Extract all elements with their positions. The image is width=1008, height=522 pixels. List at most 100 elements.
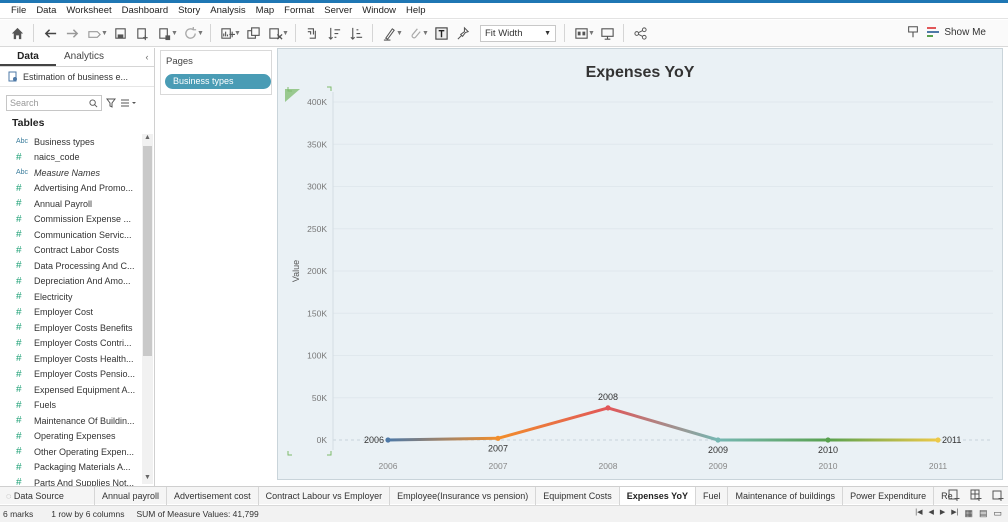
field-item[interactable]: # Depreciation And Amo... [0, 274, 142, 290]
field-item[interactable]: # Contract Labor Costs [0, 243, 142, 259]
field-item[interactable]: # Employer Costs Pensio... [0, 367, 142, 383]
worksheet-view[interactable]: Expenses YoY 0K 50K 100K 150K 200K 250K 300K 350… [277, 48, 1003, 480]
menu-worksheet[interactable]: Worksheet [61, 5, 116, 16]
new-data-source-icon[interactable] [131, 23, 153, 43]
field-item[interactable]: Abc Business types [0, 134, 142, 150]
collapse-pane-icon[interactable]: ‹ [140, 48, 154, 66]
measure-type-icon: # [16, 322, 22, 334]
menu-data[interactable]: Data [31, 5, 61, 16]
sheet-tab[interactable]: Employee(Insurance vs pension) [390, 486, 537, 505]
sheet-tab[interactable]: Advertisement cost [167, 486, 259, 505]
view-options-icon[interactable] [120, 98, 136, 108]
field-item[interactable]: # naics_code [0, 150, 142, 166]
pages-pill[interactable]: Business types [165, 74, 271, 89]
sheet-tab[interactable]: Equipment Costs [536, 486, 620, 505]
menu-window[interactable]: Window [357, 5, 401, 16]
filter-icon[interactable] [106, 98, 116, 108]
sheet-tab[interactable]: Annual payroll [95, 486, 168, 505]
refresh-icon[interactable] [179, 23, 201, 43]
field-item[interactable]: # Parts And Supplies Not... [0, 475, 142, 486]
field-item[interactable]: # Commission Expense ... [0, 212, 142, 228]
sheet-tab[interactable]: Maintenance of buildings [728, 486, 844, 505]
field-list-scrollbar[interactable]: ▲ ▼ [142, 134, 153, 484]
sort-descending-icon[interactable] [345, 23, 367, 43]
clear-sheet-icon[interactable] [264, 23, 286, 43]
sheet-tab-label: Employee(Insurance vs pension) [397, 490, 529, 501]
field-item[interactable]: # Employer Cost [0, 305, 142, 321]
sheet-tab[interactable]: Contract Labour vs Employer [259, 486, 391, 505]
sheet-tab[interactable]: Fuel [696, 486, 729, 505]
scroll-down-icon[interactable]: ▼ [142, 474, 153, 484]
fix-axes-icon[interactable] [452, 23, 474, 43]
y-tick-label: 50K [312, 393, 327, 403]
menu-map[interactable]: Map [251, 5, 279, 16]
sort-ascending-icon[interactable] [323, 23, 345, 43]
show-mark-labels-icon[interactable] [430, 23, 452, 43]
pages-shelf[interactable]: Pages Business types [160, 50, 272, 95]
field-item[interactable]: # Expensed Equipment A... [0, 382, 142, 398]
next-sheet-icon[interactable]: ▶ [940, 508, 945, 519]
share-icon[interactable] [629, 23, 651, 43]
menu-format[interactable]: Format [279, 5, 319, 16]
field-item[interactable]: # Employer Costs Contri... [0, 336, 142, 352]
toolbar-separator [295, 24, 296, 42]
new-worksheet-icon[interactable] [946, 487, 962, 503]
menu-dashboard[interactable]: Dashboard [117, 5, 173, 16]
toolbar-separator [564, 24, 565, 42]
group-members-icon[interactable] [404, 23, 426, 43]
scroll-up-icon[interactable]: ▲ [142, 134, 153, 144]
datasource-item[interactable]: Estimation of business e... [0, 67, 154, 87]
search-input[interactable]: Search [6, 95, 102, 111]
field-item[interactable]: # Annual Payroll [0, 196, 142, 212]
field-item[interactable]: Abc Measure Names [0, 165, 142, 181]
field-item[interactable]: # Data Processing And C... [0, 258, 142, 274]
tabs-view-icon[interactable]: ▭ [993, 508, 1002, 519]
field-label: Business types [34, 136, 95, 147]
highlight-icon[interactable] [378, 23, 400, 43]
sheet-tab[interactable]: Power Expenditure [843, 486, 935, 505]
undo-icon[interactable] [39, 23, 61, 43]
save-icon[interactable] [109, 23, 131, 43]
show-cards-icon[interactable] [570, 23, 592, 43]
sheet-sorter-icon[interactable]: ▦ [964, 508, 973, 519]
field-item[interactable]: # Electricity [0, 289, 142, 305]
menu-analysis[interactable]: Analysis [205, 5, 250, 16]
new-story-icon[interactable] [990, 487, 1006, 503]
field-item[interactable]: # Maintenance Of Buildin... [0, 413, 142, 429]
presentation-mode-icon[interactable] [596, 23, 618, 43]
new-worksheet-icon[interactable] [216, 23, 238, 43]
redo-icon[interactable] [61, 23, 83, 43]
duplicate-sheet-icon[interactable] [242, 23, 264, 43]
tab-data-source[interactable]: ◌ Data Source [0, 486, 95, 505]
field-item[interactable]: # Employer Costs Health... [0, 351, 142, 367]
home-icon[interactable] [6, 23, 28, 43]
field-item[interactable]: # Fuels [0, 398, 142, 414]
tab-analytics[interactable]: Analytics [56, 48, 112, 66]
swap-rows-columns-icon[interactable] [301, 23, 323, 43]
fit-width-select[interactable]: Fit Width ▼ [480, 24, 556, 42]
scrollbar-thumb[interactable] [143, 146, 152, 356]
menu-server[interactable]: Server [319, 5, 357, 16]
field-item[interactable]: # Packaging Materials A... [0, 460, 142, 476]
menu-story[interactable]: Story [173, 5, 205, 16]
tab-data[interactable]: Data [0, 48, 56, 66]
pause-updates-icon[interactable] [153, 23, 175, 43]
field-item[interactable]: # Employer Costs Benefits [0, 320, 142, 336]
line-chart[interactable]: Expenses YoY 0K 50K 100K 150K 200K 250K 300K 350… [278, 49, 1002, 479]
replay-icon[interactable] [83, 23, 105, 43]
menu-help[interactable]: Help [401, 5, 431, 16]
field-item[interactable]: # Operating Expenses [0, 429, 142, 445]
show-me-button[interactable]: Show Me [927, 26, 986, 38]
filmstrip-icon[interactable]: ▤ [979, 508, 988, 519]
last-sheet-icon[interactable]: ▶| [951, 508, 958, 519]
field-item[interactable]: # Communication Servic... [0, 227, 142, 243]
series-line-segment [386, 436, 500, 442]
menu-file[interactable]: File [6, 5, 31, 16]
prev-sheet-icon[interactable]: ◀ [928, 508, 933, 519]
pin-icon[interactable] [906, 25, 920, 41]
field-item[interactable]: # Advertising And Promo... [0, 181, 142, 197]
sheet-tab[interactable]: Expenses YoY [619, 486, 696, 505]
field-item[interactable]: # Other Operating Expen... [0, 444, 142, 460]
new-dashboard-icon[interactable] [968, 487, 984, 503]
first-sheet-icon[interactable]: |◀ [915, 508, 922, 519]
